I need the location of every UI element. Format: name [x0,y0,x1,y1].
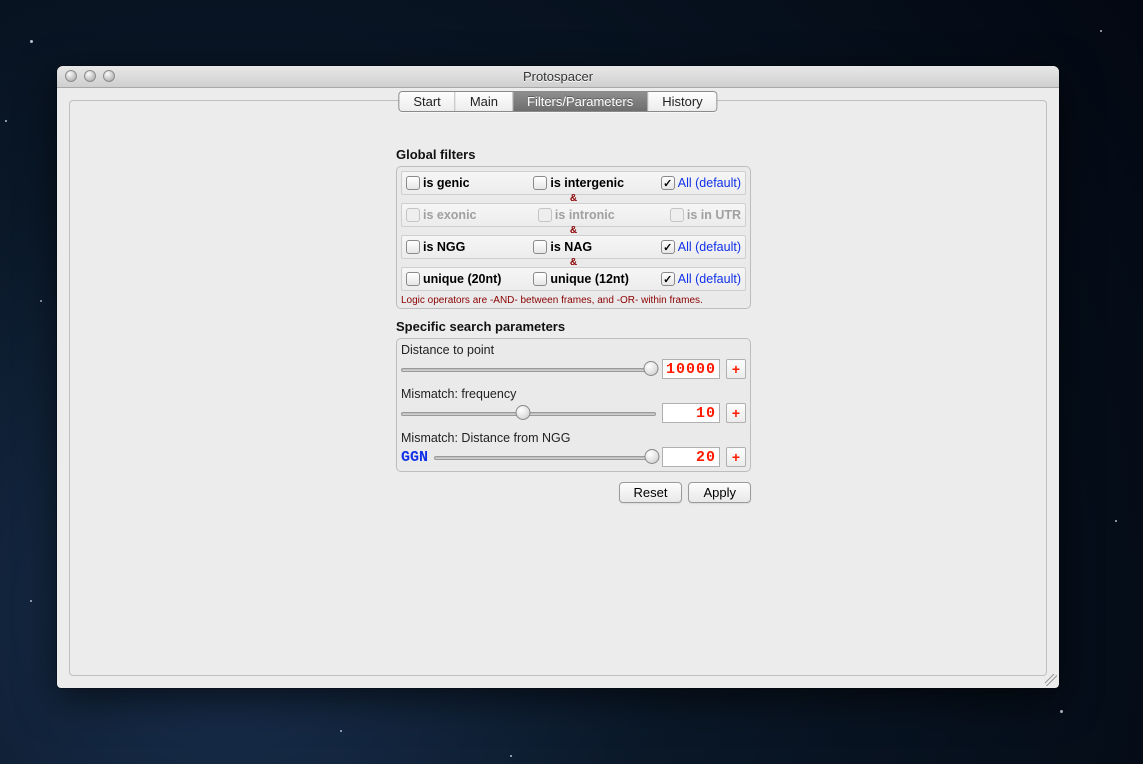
param-mismatch-freq: Mismatch: frequency 10 + [401,387,746,423]
slider-distance[interactable] [401,362,656,376]
label-is-genic: is genic [423,176,470,190]
and-separator: & [401,227,746,235]
button-row: Reset Apply [396,482,751,503]
titlebar[interactable]: Protospacer [57,66,1059,88]
label-mismatch-dist: Mismatch: Distance from NGG [401,431,570,445]
tab-filters[interactable]: Filters/Parameters [513,92,648,111]
label-is-intronic: is intronic [555,208,615,222]
checkbox-is-utr [670,208,684,222]
slider-mismatch-dist[interactable] [434,450,656,464]
value-distance[interactable]: 10000 [662,359,720,379]
value-mismatch-dist[interactable]: 20 [662,447,720,467]
filter-row-genic: is genic is intergenic All (default) [401,171,746,195]
filter-row-exonic: is exonic is intronic is in UTR [401,203,746,227]
plus-distance[interactable]: + [726,359,746,379]
checkbox-unique-20[interactable] [406,272,420,286]
traffic-lights [65,70,115,82]
form-wrap: Global filters is genic is intergenic Al… [396,147,751,503]
plus-mismatch-freq[interactable]: + [726,403,746,423]
global-filters-heading: Global filters [396,147,751,162]
app-window: Protospacer Start Main Filters/Parameter… [57,66,1059,688]
and-separator: & [401,259,746,267]
specific-group: Distance to point 10000 + Mismatch: freq… [396,338,751,472]
checkbox-is-intergenic[interactable] [533,176,547,190]
label-distance: Distance to point [401,343,494,357]
checkbox-all-genic[interactable] [661,176,675,190]
tab-history[interactable]: History [648,92,716,111]
label-is-ngg: is NGG [423,240,465,254]
label-is-intergenic: is intergenic [550,176,624,190]
minimize-icon[interactable] [84,70,96,82]
resize-handle-icon[interactable] [1045,674,1057,686]
label-is-exonic: is exonic [423,208,477,222]
checkbox-is-nag[interactable] [533,240,547,254]
tab-start[interactable]: Start [399,92,455,111]
global-filters-group: is genic is intergenic All (default) & i… [396,166,751,309]
zoom-icon[interactable] [103,70,115,82]
window-title: Protospacer [523,69,593,84]
label-all-unique: All (default) [678,272,741,286]
checkbox-all-ngg[interactable] [661,240,675,254]
label-all-genic: All (default) [678,176,741,190]
label-unique-20: unique (20nt) [423,272,501,286]
and-separator: & [401,195,746,203]
main-panel: Start Main Filters/Parameters History Gl… [69,100,1047,676]
param-mismatch-dist: Mismatch: Distance from NGG GGN 20 + [401,431,746,467]
checkbox-is-ngg[interactable] [406,240,420,254]
checkbox-is-exonic [406,208,420,222]
plus-mismatch-dist[interactable]: + [726,447,746,467]
logic-hint: Logic operators are -AND- between frames… [401,295,746,306]
label-mismatch-freq: Mismatch: frequency [401,387,516,401]
checkbox-unique-12[interactable] [533,272,547,286]
slider-mismatch-freq[interactable] [401,406,656,420]
checkbox-is-intronic [538,208,552,222]
label-is-nag: is NAG [550,240,592,254]
param-distance: Distance to point 10000 + [401,343,746,379]
label-all-ngg: All (default) [678,240,741,254]
label-is-utr: is in UTR [687,208,741,222]
checkbox-is-genic[interactable] [406,176,420,190]
label-unique-12: unique (12nt) [550,272,628,286]
content-area: Start Main Filters/Parameters History Gl… [57,88,1059,688]
value-mismatch-freq[interactable]: 10 [662,403,720,423]
ggn-prefix: GGN [401,449,428,466]
tab-main[interactable]: Main [456,92,513,111]
specific-heading: Specific search parameters [396,319,751,334]
close-icon[interactable] [65,70,77,82]
checkbox-all-unique[interactable] [661,272,675,286]
tab-bar: Start Main Filters/Parameters History [398,91,717,112]
reset-button[interactable]: Reset [619,482,683,503]
apply-button[interactable]: Apply [688,482,751,503]
filter-row-ngg: is NGG is NAG All (default) [401,235,746,259]
filter-row-unique: unique (20nt) unique (12nt) All (default… [401,267,746,291]
